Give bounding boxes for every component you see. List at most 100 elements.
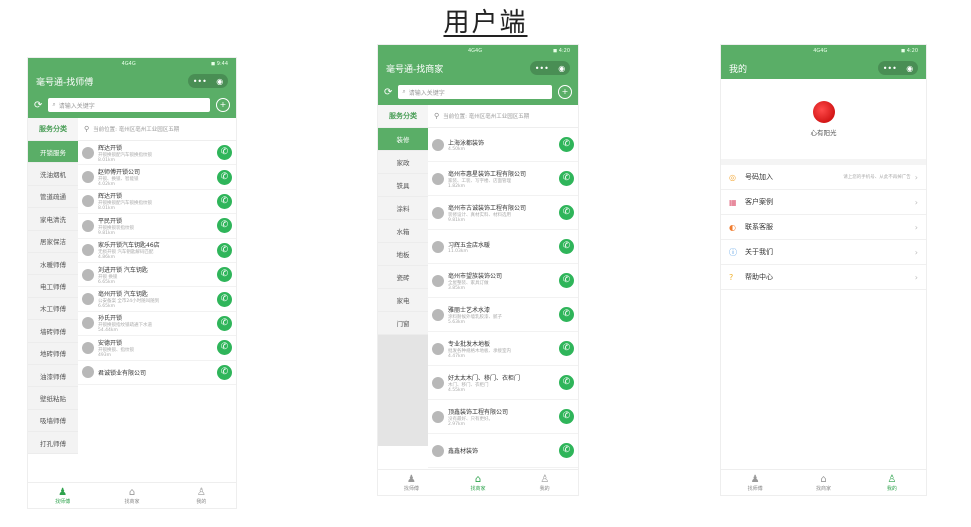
phone-call-icon[interactable]: ✆ bbox=[217, 193, 232, 209]
phone-call-icon[interactable]: ✆ bbox=[217, 340, 232, 356]
miniapp-capsule[interactable]: ••• ◉ bbox=[188, 74, 228, 88]
list-item[interactable]: 孙氏开锁 开锁换锁指纹锁疏通下水道 54.44km ✆ bbox=[78, 312, 236, 337]
category-item[interactable]: 壁纸粘贴 bbox=[28, 387, 78, 410]
category-item[interactable]: 门窗 bbox=[378, 312, 428, 335]
close-icon[interactable]: ◉ bbox=[906, 64, 913, 73]
list-item[interactable]: 辉达开锁 开锁换锁配汽车锁换指纹锁 8.01km ✆ bbox=[78, 190, 236, 215]
category-item[interactable]: 打孔师傅 bbox=[28, 432, 78, 455]
category-item[interactable]: 铁具 bbox=[378, 174, 428, 197]
phone-call-icon[interactable]: ✆ bbox=[559, 137, 574, 152]
tab-find-master[interactable]: ♟ 找师傅 bbox=[378, 470, 445, 495]
category-item[interactable]: 吸墙师傅 bbox=[28, 410, 78, 433]
list-item[interactable]: 专业批发木地板 批发各种规格木地板、承接室内 4.47km ✆ bbox=[428, 332, 578, 366]
list-item[interactable]: 雅丽士艺术水漆 涂料耐候外墙乳胶漆、腻子 5.63km ✆ bbox=[428, 298, 578, 332]
refresh-icon[interactable]: ⟳ bbox=[34, 100, 42, 111]
menu-item-join[interactable]: ◎ 号码加入 请上您的手机号、从此不再掉广告 › bbox=[721, 165, 926, 190]
phone-call-icon[interactable]: ✆ bbox=[559, 307, 574, 322]
list-item[interactable]: 赵师傅开锁公司 开锁、换锁、智能锁 4.02km ✆ bbox=[78, 165, 236, 190]
category-item[interactable]: 居家保洁 bbox=[28, 231, 78, 253]
category-item[interactable]: 家政 bbox=[378, 151, 428, 174]
miniapp-capsule[interactable]: ••• ◉ bbox=[878, 61, 918, 75]
search-input[interactable]: ⌕ 请输入关键字 bbox=[48, 98, 210, 112]
tab-bar: ♟ 找师傅 ⌂ 找商家 ♙ 我的 bbox=[378, 469, 578, 495]
phone-call-icon[interactable]: ✆ bbox=[217, 291, 232, 307]
list-item[interactable]: 君诚锁业有限公司 ✆ bbox=[78, 361, 236, 385]
thumbnail bbox=[432, 308, 444, 321]
thumbnail bbox=[82, 219, 94, 232]
location-pin-icon: ⚲ bbox=[434, 112, 440, 120]
category-item[interactable]: 开锁服务 bbox=[28, 141, 78, 164]
phone-call-icon[interactable]: ✆ bbox=[217, 364, 232, 380]
list-item[interactable]: 平民开锁 开锁换锁装指纹锁 9.81km ✆ bbox=[78, 214, 236, 239]
search-input[interactable]: ⌕ 请输入关键字 bbox=[398, 85, 552, 99]
category-item[interactable]: 水箱 bbox=[378, 220, 428, 243]
list-item[interactable]: 亳州市望族装饰公司 全屋整装、家具订做 3.85km ✆ bbox=[428, 264, 578, 298]
tab-find-master[interactable]: ♟ 找师傅 bbox=[28, 483, 97, 508]
tab-find-master[interactable]: ♟ 找师傅 bbox=[721, 470, 789, 495]
tab-mine[interactable]: ♙ 我的 bbox=[858, 470, 926, 495]
phone-call-icon[interactable]: ✆ bbox=[217, 145, 232, 161]
phone-call-icon[interactable]: ✆ bbox=[217, 267, 232, 283]
tab-mine[interactable]: ♙ 我的 bbox=[511, 470, 578, 495]
category-item[interactable]: 洗油烟机 bbox=[28, 163, 78, 186]
add-icon[interactable]: + bbox=[216, 98, 230, 112]
refresh-icon[interactable]: ⟳ bbox=[384, 87, 392, 98]
list-item[interactable]: 家乐开锁汽车钥匙46店 无损开锁 汽车钥匙解码匹配 4.86km ✆ bbox=[78, 239, 236, 263]
category-item[interactable]: 地板 bbox=[378, 243, 428, 266]
menu-item-cases[interactable]: ▦ 客户案例 › bbox=[721, 190, 926, 215]
category-item[interactable]: 水暖师傅 bbox=[28, 253, 78, 276]
menu-item-about[interactable]: ⓘ 关于我们 › bbox=[721, 240, 926, 265]
chevron-right-icon: › bbox=[914, 272, 918, 282]
thumbnail bbox=[432, 444, 444, 457]
menu-item-help[interactable]: ? 帮助中心 › bbox=[721, 265, 926, 290]
list-item[interactable]: 好太太木门、移门、衣柜门 木门、移门、衣柜门 4.55km ✆ bbox=[428, 366, 578, 400]
tab-label: 找商家 bbox=[815, 485, 831, 492]
category-item[interactable]: 木工师傅 bbox=[28, 298, 78, 321]
phone-call-icon[interactable]: ✆ bbox=[559, 409, 574, 424]
list-item[interactable]: 刘进开锁 汽车钥匙 开锁 换锁 6.65km ✆ bbox=[78, 263, 236, 288]
list-item[interactable]: 辉达开锁 开锁换锁配汽车锁换指纹锁 8.01km ✆ bbox=[78, 141, 236, 166]
list-item[interactable]: 习辉五金店水暖 11.03km ✆ bbox=[428, 230, 578, 264]
category-item[interactable]: 管道疏通 bbox=[28, 186, 78, 209]
miniapp-capsule[interactable]: ••• ◉ bbox=[530, 61, 570, 75]
category-item[interactable]: 电工师傅 bbox=[28, 275, 78, 298]
add-icon[interactable]: + bbox=[558, 85, 572, 99]
category-item[interactable]: 家电 bbox=[378, 289, 428, 312]
category-item[interactable]: 涂料 bbox=[378, 197, 428, 220]
tab-mine[interactable]: ♙ 我的 bbox=[167, 483, 236, 508]
list-item[interactable]: 鑫鑫材装饰 ✆ bbox=[428, 434, 578, 468]
list-item[interactable]: 安德开锁 开锁换锁、指纹锁 493m ✆ bbox=[78, 336, 236, 361]
list-item[interactable]: 上海泳都装饰 4.50km ✆ bbox=[428, 128, 578, 162]
tab-find-merchant[interactable]: ⌂ 找商家 bbox=[789, 470, 857, 495]
phone-call-icon[interactable]: ✆ bbox=[559, 443, 574, 458]
more-icon[interactable]: ••• bbox=[883, 64, 897, 73]
list-item[interactable]: 亳州市惠星装饰工程有限公司 家装、工装、写字楼、店面管理 1.82km ✆ bbox=[428, 162, 578, 196]
phone-call-icon[interactable]: ✆ bbox=[217, 315, 232, 331]
close-icon[interactable]: ◉ bbox=[558, 64, 565, 73]
category-item[interactable]: 家电清洗 bbox=[28, 208, 78, 231]
avatar[interactable] bbox=[812, 101, 835, 123]
phone-call-icon[interactable]: ✆ bbox=[559, 171, 574, 186]
phone-call-icon[interactable]: ✆ bbox=[559, 273, 574, 288]
phone-call-icon[interactable]: ✆ bbox=[217, 218, 232, 234]
phone-call-icon[interactable]: ✆ bbox=[559, 239, 574, 254]
phone-call-icon[interactable]: ✆ bbox=[559, 341, 574, 356]
category-item[interactable]: 油漆师傅 bbox=[28, 365, 78, 388]
phone-call-icon[interactable]: ✆ bbox=[217, 242, 232, 258]
menu-item-support[interactable]: ◐ 联系客服 › bbox=[721, 215, 926, 240]
close-icon[interactable]: ◉ bbox=[216, 77, 223, 86]
category-item[interactable]: 墙砖师傅 bbox=[28, 320, 78, 343]
phone-call-icon[interactable]: ✆ bbox=[559, 205, 574, 220]
phone-call-icon[interactable]: ✆ bbox=[559, 375, 574, 390]
list-item[interactable]: 亳州开锁 汽车钥匙 公安备案 全市24小时随叫随到 6.65km ✆ bbox=[78, 287, 236, 312]
category-item[interactable]: 瓷砖 bbox=[378, 266, 428, 289]
tab-find-merchant[interactable]: ⌂ 找商家 bbox=[97, 483, 166, 508]
phone-call-icon[interactable]: ✆ bbox=[217, 169, 232, 185]
category-item[interactable]: 装修 bbox=[378, 128, 428, 151]
more-icon[interactable]: ••• bbox=[535, 64, 549, 73]
more-icon[interactable]: ••• bbox=[193, 77, 207, 86]
tab-find-merchant[interactable]: ⌂ 找商家 bbox=[445, 470, 512, 495]
category-item[interactable]: 地砖师傅 bbox=[28, 343, 78, 365]
list-item[interactable]: 顶鑫装饰工程有限公司 没有最好、只有更好。 2.97km ✆ bbox=[428, 400, 578, 434]
list-item[interactable]: 亳州市古诚装饰工程有限公司 装修设计、真材实料、材料选用 9.81km ✆ bbox=[428, 196, 578, 230]
